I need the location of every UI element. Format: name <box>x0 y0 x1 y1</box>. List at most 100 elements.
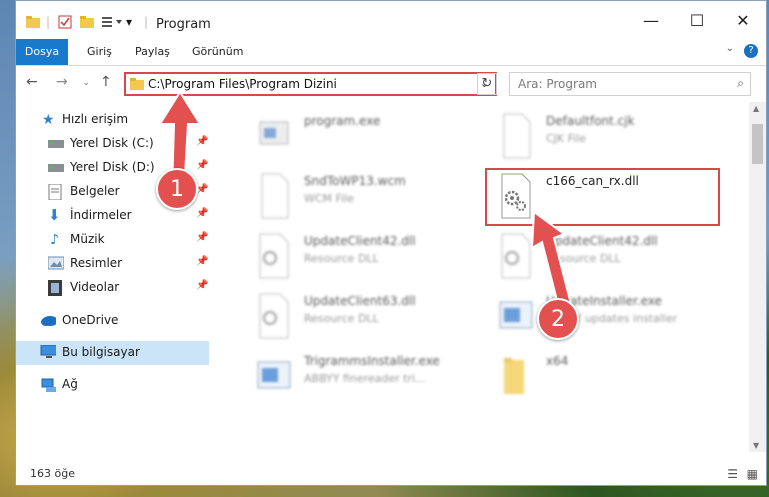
file-type: WCM File <box>304 192 354 205</box>
network-icon <box>41 378 56 392</box>
customize-toolbar-icon[interactable] <box>102 15 124 29</box>
file-type: Resource DLL <box>304 252 379 265</box>
sidebar-item-pictures[interactable]: Resimler 📌 <box>16 252 209 276</box>
details-view-icon[interactable]: ☰ <box>727 467 738 481</box>
folder-icon <box>26 15 40 29</box>
sidebar-item-this-pc[interactable]: Bu bilgisayar <box>16 341 209 365</box>
folder-icon <box>504 358 524 394</box>
tab-file[interactable]: Dosya <box>16 39 68 65</box>
forward-icon[interactable]: → <box>56 74 68 90</box>
address-path: C:\Program Files\Program Dizini <box>148 77 337 91</box>
refresh-button[interactable]: ↻ <box>477 73 497 95</box>
ribbon: Dosya Giriş Paylaş Görünüm ⌄ ? <box>16 39 766 66</box>
file-item[interactable]: program.exe <box>236 106 476 166</box>
item-count: 163 öğe <box>30 467 75 480</box>
expand-ribbon-icon[interactable]: ⌄ <box>726 43 734 54</box>
drive-icon <box>48 164 64 172</box>
maximize-button[interactable]: ☐ <box>674 1 720 39</box>
window-title: Program <box>156 17 211 32</box>
file-item[interactable]: TrigrammsInstaller.exe ABBYY finereader … <box>236 346 476 406</box>
properties-icon[interactable] <box>58 15 72 29</box>
sidebar-item-label: Hızlı erişim <box>62 112 129 126</box>
dll-gear-icon <box>259 233 289 279</box>
close-icon: ✕ <box>736 10 750 30</box>
drive-icon <box>48 140 64 148</box>
file-item[interactable]: x64 <box>478 346 718 406</box>
folder-icon <box>130 78 144 90</box>
sidebar-item-videos[interactable]: Videolar 📌 <box>16 276 209 300</box>
cloud-icon <box>41 316 56 326</box>
file-item[interactable]: UpdateClient42.dll Resource DLL <box>236 226 476 286</box>
file-item[interactable]: Defaultfont.cjk CJK File <box>478 106 718 166</box>
sidebar-item-label: Ağ <box>62 377 78 391</box>
qa-separator: | <box>46 15 51 29</box>
sidebar-item-label: Yerel Disk (D:) <box>70 160 155 174</box>
file-type: CJK File <box>546 132 587 145</box>
recent-locations-icon[interactable]: ⌄ <box>82 77 90 88</box>
music-icon: ♪ <box>50 232 59 248</box>
file-name: program.exe <box>304 114 381 128</box>
sidebar-item-label: Yerel Disk (C:) <box>70 136 154 150</box>
sidebar-item-onedrive[interactable]: OneDrive <box>16 309 209 333</box>
file-item[interactable]: UpdateInstaller.exe ABBYY updates instal… <box>478 286 718 346</box>
videos-icon <box>48 280 62 296</box>
explorer-window: | ▾ | Program — ☐ ✕ Dosya Giriş Paylaş G… <box>15 0 767 486</box>
dropdown-arrow-icon[interactable]: ▾ <box>126 15 132 29</box>
file-name: TrigrammsInstaller.exe <box>304 354 440 368</box>
scroll-up-icon[interactable]: ▲ <box>753 104 759 113</box>
file-list: program.exe Defaultfont.cjk CJK File Snd… <box>216 102 746 452</box>
sidebar-item-music[interactable]: ♪ Müzik 📌 <box>16 228 209 252</box>
minimize-icon: — <box>643 10 659 30</box>
dll-gear-icon <box>259 293 289 339</box>
pin-icon[interactable]: 📌 <box>196 232 208 243</box>
pin-icon[interactable]: 📌 <box>196 256 208 267</box>
file-type: ABBYY finereader tri... <box>304 372 426 385</box>
tab-view[interactable]: Görünüm <box>192 39 243 65</box>
status-bar: 163 öğe ☰ ▦ <box>16 463 766 485</box>
up-icon[interactable]: ↑ <box>100 74 112 90</box>
tab-share[interactable]: Paylaş <box>135 39 170 65</box>
generic-file-icon <box>261 173 289 219</box>
title-bar: | ▾ | Program — ☐ ✕ <box>16 1 766 39</box>
minimize-button[interactable]: — <box>628 1 674 39</box>
generic-file-icon <box>503 113 531 159</box>
vertical-scrollbar[interactable]: ▲ ▼ <box>749 102 766 452</box>
large-icons-view-icon[interactable]: ▦ <box>747 467 758 481</box>
step-badge-2: 2 <box>537 298 579 340</box>
new-folder-icon[interactable] <box>80 15 94 29</box>
sidebar-item-label: Belgeler <box>70 184 120 198</box>
sidebar-item-label: Bu bilgisayar <box>62 345 140 359</box>
refresh-icon: ↻ <box>481 76 493 91</box>
help-icon[interactable]: ? <box>744 44 758 58</box>
sidebar-item-label: OneDrive <box>62 313 119 327</box>
scroll-down-icon[interactable]: ▼ <box>753 441 759 450</box>
file-item[interactable]: UpdateClient63.dll Resource DLL <box>236 286 476 346</box>
tab-home[interactable]: Giriş <box>87 39 112 65</box>
search-input[interactable]: Ara: Program ⌕ <box>509 72 751 96</box>
title-separator: | <box>144 15 149 29</box>
computer-icon <box>40 345 56 358</box>
file-name: UpdateClient63.dll <box>304 294 416 308</box>
scrollbar-thumb[interactable] <box>752 124 763 164</box>
file-item[interactable]: UpdateClient42.dll Resource DLL <box>478 226 718 286</box>
sidebar-item-label: İndirmeler <box>70 208 132 222</box>
back-icon[interactable]: ← <box>26 74 38 90</box>
close-button[interactable]: ✕ <box>720 1 766 39</box>
file-type: Resource DLL <box>304 312 379 325</box>
sidebar-item-label: Videolar <box>70 280 120 294</box>
installer-icon <box>257 361 291 389</box>
star-icon: ★ <box>42 112 55 128</box>
exe-file-icon <box>259 121 289 145</box>
pin-icon[interactable]: 📌 <box>196 280 208 291</box>
sidebar-item-network[interactable]: Ağ <box>16 373 209 397</box>
pin-icon[interactable]: 📌 <box>196 208 208 219</box>
file-name: x64 <box>546 354 569 368</box>
file-name: UpdateClient42.dll <box>304 234 416 248</box>
sidebar-item-label: Resimler <box>70 256 123 270</box>
documents-icon <box>48 184 62 200</box>
file-name: SndToWP13.wcm <box>304 174 406 188</box>
search-icon: ⌕ <box>737 76 744 90</box>
file-item[interactable]: SndToWP13.wcm WCM File <box>236 166 476 226</box>
sidebar-item-label: Müzik <box>70 232 105 246</box>
maximize-icon: ☐ <box>689 10 705 30</box>
